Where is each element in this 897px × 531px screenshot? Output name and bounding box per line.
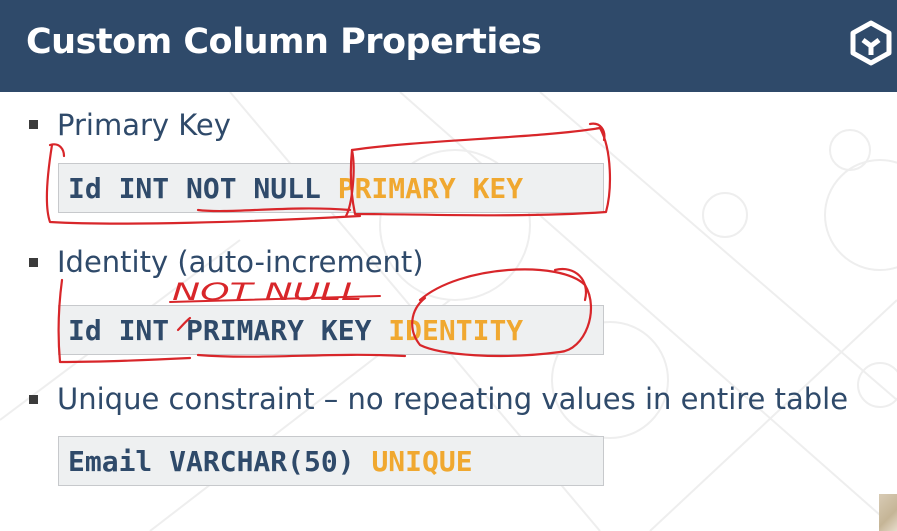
code-keyword: IDENTITY [388, 313, 524, 347]
academy-logo-icon [850, 20, 892, 66]
code-block-unique: Email VARCHAR(50) UNIQUE [58, 436, 604, 486]
code-text: Id INT PRIMARY KEY [68, 313, 389, 347]
code-block-primary-key: Id INT NOT NULL PRIMARY KEY [58, 163, 604, 213]
bullet-marker [29, 120, 38, 129]
bullet-text-identity: Identity (auto-increment) [57, 245, 424, 279]
bullet-text-primary-key: Primary Key [57, 108, 231, 142]
code-keyword: UNIQUE [371, 444, 473, 478]
slide-title: Custom Column Properties [26, 22, 542, 62]
bullet-marker [29, 395, 38, 404]
slide-header: Custom Column Properties [0, 0, 897, 92]
corner-photo-fragment [879, 494, 897, 531]
code-text: Email VARCHAR(50) [68, 444, 372, 478]
bullet-marker [29, 258, 38, 267]
bullet-text-unique: Unique constraint – no repeating values … [57, 382, 849, 416]
code-keyword: PRIMARY KEY [337, 171, 524, 205]
code-text: Id INT NOT NULL [68, 171, 338, 205]
code-block-identity: Id INT PRIMARY KEY IDENTITY [58, 305, 604, 355]
